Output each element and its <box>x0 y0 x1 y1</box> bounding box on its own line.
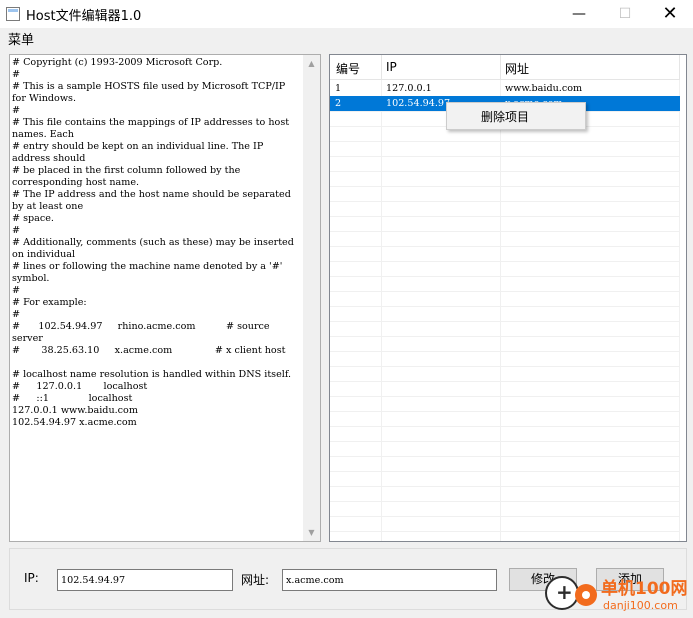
url-input[interactable] <box>282 569 497 591</box>
grid-line <box>330 486 680 487</box>
ip-label: IP: <box>24 571 39 585</box>
hosts-editor: # Copyright (c) 1993-2009 Microsoft Corp… <box>9 54 321 542</box>
watermark-brand: 单机100网 <box>601 579 688 599</box>
cell-id: 2 <box>335 98 342 109</box>
grid-line <box>679 55 680 541</box>
editor-scrollbar[interactable]: ▲ ▼ <box>303 55 320 541</box>
grid-line <box>330 411 680 412</box>
watermark-url: danji100.com <box>603 599 678 612</box>
app-icon <box>6 7 20 21</box>
grid-line <box>330 501 680 502</box>
grid-line <box>330 456 680 457</box>
grid-line <box>330 141 680 142</box>
grid-line <box>330 306 680 307</box>
scroll-up-arrow-icon[interactable]: ▲ <box>303 55 320 72</box>
menu-item-main[interactable]: 菜单 <box>8 29 34 48</box>
context-menu: 删除项目 <box>446 102 586 130</box>
grid-line <box>330 336 680 337</box>
grid-line <box>330 426 680 427</box>
title-bar: Host文件编辑器1.0 — ☐ ✕ <box>0 0 693 28</box>
column-header-ip[interactable]: IP <box>386 60 397 74</box>
close-button[interactable]: ✕ <box>647 0 693 28</box>
grid-line <box>330 261 680 262</box>
watermark-circle-icon: + <box>545 576 579 610</box>
menu-bar: 菜单 <box>0 28 693 48</box>
window-title: Host文件编辑器1.0 <box>26 9 142 24</box>
watermark-dot-icon <box>575 584 597 606</box>
cell-ip: 127.0.0.1 <box>386 83 432 94</box>
grid-line <box>330 201 680 202</box>
cell-id: 1 <box>335 83 342 94</box>
hosts-text-area[interactable]: # Copyright (c) 1993-2009 Microsoft Corp… <box>12 57 302 539</box>
grid-line <box>330 441 680 442</box>
grid-line <box>330 216 680 217</box>
ip-input[interactable] <box>57 569 233 591</box>
table-header: 编号 IP 网址 <box>330 55 680 80</box>
grid-line <box>330 156 680 157</box>
maximize-button[interactable]: ☐ <box>602 0 648 28</box>
grid-line <box>330 351 680 352</box>
grid-line <box>330 471 680 472</box>
column-divider[interactable] <box>381 55 382 80</box>
url-label: 网址: <box>241 573 270 587</box>
grid-line <box>330 396 680 397</box>
cell-url: www.baidu.com <box>505 83 583 94</box>
scroll-down-arrow-icon[interactable]: ▼ <box>303 524 320 541</box>
grid-line <box>330 381 680 382</box>
column-divider[interactable] <box>500 55 501 80</box>
delete-item-menu-option[interactable]: 删除项目 <box>481 108 529 125</box>
grid-line <box>330 171 680 172</box>
table-row[interactable]: 1 127.0.0.1 www.baidu.com <box>330 81 680 96</box>
column-header-id[interactable]: 编号 <box>336 60 360 77</box>
grid-line <box>330 276 680 277</box>
grid-line <box>381 55 382 541</box>
grid-line <box>330 531 680 532</box>
column-header-url[interactable]: 网址 <box>505 60 529 77</box>
grid-line <box>330 516 680 517</box>
grid-line <box>330 366 680 367</box>
cell-ip: 102.54.94.97 <box>386 98 451 109</box>
grid-line <box>330 321 680 322</box>
grid-line <box>330 291 680 292</box>
column-divider[interactable] <box>679 55 680 80</box>
grid-line <box>330 186 680 187</box>
grid-line <box>330 231 680 232</box>
minimize-button[interactable]: — <box>556 0 602 28</box>
site-watermark: + 单机100网 danji100.com <box>545 572 693 618</box>
grid-line <box>330 246 680 247</box>
